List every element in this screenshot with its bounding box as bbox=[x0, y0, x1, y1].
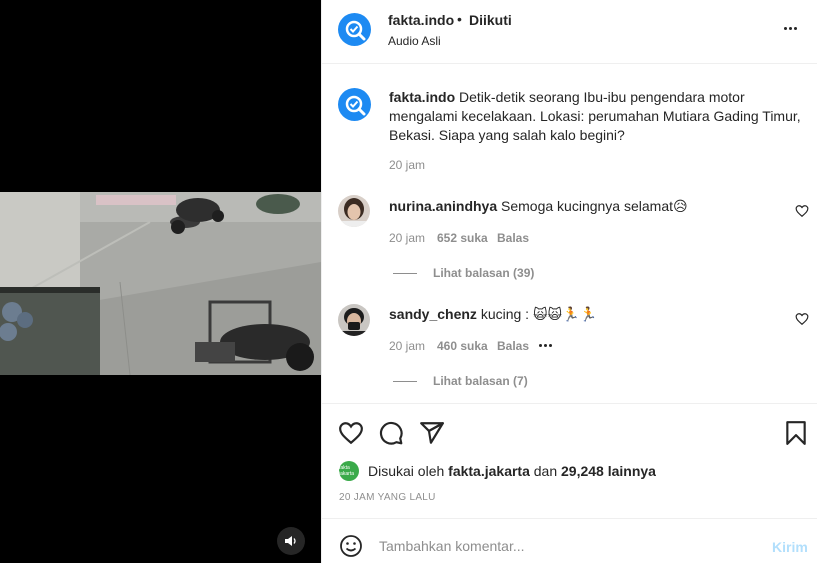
send-comment-button[interactable]: Kirim bbox=[772, 539, 808, 555]
speaker-icon bbox=[285, 536, 296, 546]
sound-toggle-button[interactable] bbox=[277, 527, 305, 555]
post-actions: fakta jakarta Disukai oleh fakta.jakarta… bbox=[322, 403, 817, 518]
video-frame bbox=[0, 192, 321, 375]
replies-divider bbox=[393, 380, 417, 382]
heart-icon[interactable] bbox=[795, 204, 809, 218]
comment-like-count[interactable]: 460 suka bbox=[437, 339, 488, 353]
comment-username[interactable]: sandy_chenz bbox=[389, 306, 477, 322]
liker-avatar[interactable]: fakta jakarta bbox=[339, 461, 359, 481]
comment-options-icon[interactable] bbox=[539, 344, 552, 347]
caption-author-avatar[interactable] bbox=[338, 88, 371, 121]
post-timestamp: 20 JAM YANG LALU bbox=[339, 492, 436, 503]
post-header: fakta.indo • Diikuti Audio Asli bbox=[322, 0, 817, 64]
more-options-icon[interactable] bbox=[784, 20, 804, 36]
view-replies-label: Lihat balasan (39) bbox=[433, 266, 535, 280]
comment-timestamp: 20 jam bbox=[389, 231, 426, 245]
replies-divider bbox=[393, 272, 417, 274]
post-panel: fakta.indo • Diikuti Audio Asli fakta.in… bbox=[321, 0, 817, 563]
view-replies-label: Lihat balasan (7) bbox=[433, 374, 528, 388]
comment-text: Semoga kucingnya selamat😥 bbox=[501, 198, 688, 214]
separator-dot: • bbox=[457, 11, 462, 27]
liked-by-and: dan bbox=[533, 463, 558, 479]
view-replies-button[interactable]: Lihat balasan (7) bbox=[393, 374, 528, 388]
avatar-photo bbox=[338, 195, 370, 227]
liker-username[interactable]: fakta.jakarta bbox=[448, 463, 530, 479]
view-replies-button[interactable]: Lihat balasan (39) bbox=[393, 266, 534, 280]
avatar-photo bbox=[338, 304, 370, 336]
reply-button[interactable]: Balas bbox=[497, 231, 529, 245]
commenter-avatar[interactable] bbox=[338, 195, 370, 227]
heart-icon[interactable] bbox=[338, 420, 364, 446]
cctv-video-still bbox=[0, 192, 321, 375]
comment-username[interactable]: nurina.anindhya bbox=[389, 198, 497, 214]
liked-by: fakta jakarta Disukai oleh fakta.jakarta… bbox=[339, 461, 656, 481]
post-media[interactable] bbox=[0, 0, 321, 563]
comment-text: kucing : 🙀🙀🏃🏃 bbox=[480, 306, 598, 322]
liked-by-prefix: Disukai oleh bbox=[368, 463, 445, 479]
comment-line: sandy_chenz kucing : 🙀🙀🏃🏃 bbox=[389, 306, 597, 323]
commenter-avatar[interactable] bbox=[338, 304, 370, 336]
add-comment-bar: Kirim bbox=[322, 518, 817, 563]
magnifier-check-logo bbox=[345, 95, 365, 115]
comment-input[interactable] bbox=[379, 532, 759, 560]
reply-button[interactable]: Balas bbox=[497, 339, 529, 353]
follow-status-button[interactable]: Diikuti bbox=[469, 12, 512, 28]
bookmark-icon[interactable] bbox=[783, 420, 809, 446]
magnifier-check-logo bbox=[345, 20, 365, 40]
likes-count-link[interactable]: 29,248 lainnya bbox=[561, 463, 656, 479]
heart-icon[interactable] bbox=[795, 312, 809, 326]
comment-like-count[interactable]: 652 suka bbox=[437, 231, 488, 245]
caption-timestamp: 20 jam bbox=[389, 158, 426, 172]
emoji-icon[interactable] bbox=[339, 534, 363, 558]
comment-icon[interactable] bbox=[378, 420, 404, 446]
comment-timestamp: 20 jam bbox=[389, 339, 426, 353]
post-caption: fakta.indo Detik-detik seorang Ibu-ibu p… bbox=[389, 88, 804, 145]
author-avatar[interactable] bbox=[338, 13, 371, 46]
share-icon[interactable] bbox=[419, 420, 445, 446]
audio-link[interactable]: Audio Asli bbox=[388, 34, 441, 48]
comment-line: nurina.anindhya Semoga kucingnya selamat… bbox=[389, 198, 688, 215]
author-username[interactable]: fakta.indo bbox=[388, 12, 454, 28]
caption-username[interactable]: fakta.indo bbox=[389, 89, 455, 105]
